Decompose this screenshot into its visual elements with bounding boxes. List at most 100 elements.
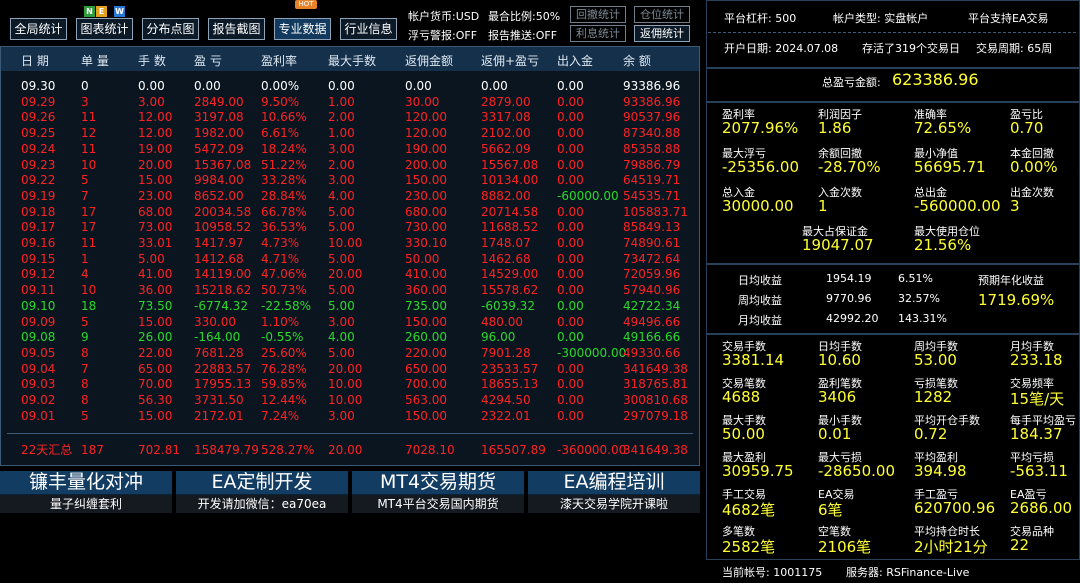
cell-funds: 0.00 bbox=[557, 314, 584, 329]
banner-title: MT4交易期货 bbox=[352, 471, 524, 494]
cell-balance: 74890.61 bbox=[623, 236, 681, 250]
column-header-rebate[interactable]: 返佣金额 bbox=[405, 52, 453, 69]
interest-stats-button[interactable]: 利息统计 bbox=[570, 25, 626, 42]
drawdown-stats-button[interactable]: 回撤统计 bbox=[570, 6, 626, 23]
cell-rebate: 120.00 bbox=[405, 126, 447, 141]
column-header-max-lots[interactable]: 最大手数 bbox=[328, 52, 376, 69]
stat-value: 21.56% bbox=[914, 236, 972, 254]
cell-rebate-plus-pl: 7901.28 bbox=[481, 345, 531, 360]
cell-rebate: 0.00 bbox=[405, 79, 432, 93]
cell-max-lots: 5.00 bbox=[328, 204, 355, 219]
banner-ea-training[interactable]: EA编程培训 漆天交易学院开课啦 bbox=[528, 471, 700, 513]
stat-value: 394.98 bbox=[914, 462, 967, 480]
stat-value: 2582笔 bbox=[722, 538, 776, 556]
position-stats-button[interactable]: 仓位统计 bbox=[634, 6, 690, 23]
cell-pl: 1412.68 bbox=[194, 251, 244, 266]
cell-orders: 4 bbox=[81, 267, 89, 282]
industry-info-button[interactable]: 行业信息 bbox=[340, 18, 397, 40]
cell-balance: 93386.96 bbox=[623, 79, 681, 93]
report-screenshot-button[interactable]: 报告截图 bbox=[208, 18, 265, 40]
banner-subtitle: 漆天交易学院开课啦 bbox=[528, 495, 700, 513]
table-row: 09.26 11 12.00 3197.08 10.66% 2.00 120.00 3317.… bbox=[1, 110, 699, 126]
cell-rebate: 360.00 bbox=[405, 283, 447, 298]
column-header-orders[interactable]: 单 量 bbox=[81, 52, 109, 69]
column-header-balance[interactable]: 余 额 bbox=[623, 52, 651, 69]
table-row: 09.25 12 12.00 1982.00 6.61% 1.00 120.00 2102.0… bbox=[1, 126, 699, 142]
cell-max-lots: 5.00 bbox=[328, 220, 355, 235]
cell-rebate: 680.00 bbox=[405, 204, 447, 219]
cell-date: 09.12 bbox=[21, 267, 56, 282]
annual-yield-label: 预期年化收益 bbox=[978, 274, 1044, 287]
summary-funds: -360000.00 bbox=[557, 443, 627, 457]
stat-value: 2686.00 bbox=[1010, 499, 1073, 517]
banner-hedging[interactable]: 镰丰量化对冲 量子纠缠套利 bbox=[0, 471, 172, 513]
cell-funds: 0.00 bbox=[557, 393, 584, 407]
cell-orders: 17 bbox=[81, 204, 97, 219]
summary-rebate: 7028.10 bbox=[405, 443, 455, 457]
rebate-stats-button[interactable]: 返佣统计 bbox=[634, 25, 690, 42]
cell-date: 09.09 bbox=[21, 314, 56, 329]
table-row: 09.30 0 0.00 0.00 0.00% 0.00 0.00 0.00 0.00 93386… bbox=[1, 79, 699, 95]
cell-rebate: 200.00 bbox=[405, 157, 447, 172]
cell-date: 09.29 bbox=[21, 94, 56, 109]
column-header-funds[interactable]: 出入金 bbox=[557, 52, 593, 69]
scatter-plot-button[interactable]: 分布点图 bbox=[142, 18, 199, 40]
cell-pl: 1417.97 bbox=[194, 236, 244, 250]
cell-funds: 0.00 bbox=[557, 251, 584, 266]
monthly-yield-pct: 143.31% bbox=[898, 312, 947, 325]
cell-lots: 5.00 bbox=[138, 251, 165, 266]
banner-mt4-futures[interactable]: MT4交易期货 MT4平台交易国内期货 bbox=[352, 471, 524, 513]
cell-date: 09.08 bbox=[21, 330, 56, 345]
pro-data-button[interactable]: 专业数据 bbox=[274, 18, 331, 40]
stat-value: 6笔 bbox=[818, 501, 843, 519]
cell-balance: 85358.88 bbox=[623, 141, 681, 156]
column-header-pl[interactable]: 盈 亏 bbox=[194, 52, 222, 69]
cell-max-lots: 4.00 bbox=[328, 188, 355, 203]
cell-rebate: 260.00 bbox=[405, 330, 447, 345]
cell-max-lots: 10.00 bbox=[328, 377, 363, 392]
cell-funds: 0.00 bbox=[557, 79, 584, 93]
cell-balance: 57940.96 bbox=[623, 283, 681, 298]
stat-value: 184.37 bbox=[1010, 425, 1063, 443]
cell-orders: 5 bbox=[81, 314, 89, 329]
cell-rebate: 650.00 bbox=[405, 361, 447, 376]
column-header-lots[interactable]: 手 数 bbox=[138, 52, 166, 69]
summary-date: 22天汇总 bbox=[21, 443, 73, 457]
total-pl-label: 总盈亏金额: bbox=[822, 76, 881, 89]
cell-balance: 49496.66 bbox=[623, 314, 681, 329]
cell-max-lots: 5.00 bbox=[328, 251, 355, 266]
cell-orders: 11 bbox=[81, 141, 97, 156]
cell-date: 09.05 bbox=[21, 345, 56, 360]
cell-lots: 73.00 bbox=[138, 220, 173, 235]
cell-pl: 3731.50 bbox=[194, 393, 244, 407]
summary-rebate-plus-pl: 165507.89 bbox=[481, 443, 546, 457]
banner-ea-custom[interactable]: EA定制开发 开发请加微信：ea70ea bbox=[176, 471, 348, 513]
cell-rebate-plus-pl: 96.00 bbox=[481, 330, 516, 345]
column-header-profit-rate[interactable]: 盈利率 bbox=[261, 52, 297, 69]
global-stats-button[interactable]: 全局统计 bbox=[10, 18, 67, 40]
cell-orders: 12 bbox=[81, 126, 97, 141]
table-row: 09.23 10 20.00 15367.08 51.22% 2.00 200.00 1556… bbox=[1, 158, 699, 174]
chart-stats-button[interactable]: 图表统计 bbox=[76, 18, 133, 40]
cell-funds: 0.00 bbox=[557, 267, 584, 282]
cell-lots: 20.00 bbox=[138, 157, 173, 172]
cell-rebate: 730.00 bbox=[405, 220, 447, 235]
cell-balance: 341649.38 bbox=[623, 361, 688, 376]
table-row: 09.11 10 36.00 15218.62 50.73% 5.00 360.00 1557… bbox=[1, 283, 699, 299]
cell-profit-rate: 18.24% bbox=[261, 141, 307, 156]
column-header-date[interactable]: 日 期 bbox=[21, 52, 49, 69]
stat-value: 0.00% bbox=[1010, 158, 1058, 176]
daily-stats-table: 日 期 单 量 手 数 盈 亏 盈利率 最大手数 返佣金额 返佣+盈亏 出入金 余 额 09.30… bbox=[0, 46, 700, 466]
cell-max-lots: 3.00 bbox=[328, 141, 355, 156]
cell-profit-rate: 76.28% bbox=[261, 361, 307, 376]
cell-rebate-plus-pl: 8882.00 bbox=[481, 188, 531, 203]
cell-orders: 9 bbox=[81, 330, 89, 345]
stat-value: -28.70% bbox=[818, 158, 881, 176]
cell-lots: 65.00 bbox=[138, 361, 173, 376]
cell-rebate: 330.10 bbox=[405, 236, 447, 250]
table-row: 09.09 5 15.00 330.00 1.10% 3.00 150.00 480.00 0.… bbox=[1, 315, 699, 331]
column-header-rebate-plus-pl[interactable]: 返佣+盈亏 bbox=[481, 52, 539, 69]
stat-value: 22 bbox=[1010, 536, 1030, 554]
table-header: 日 期 单 量 手 数 盈 亏 盈利率 最大手数 返佣金额 返佣+盈亏 出入金 余 额 bbox=[1, 47, 699, 71]
cell-balance: 105883.71 bbox=[623, 204, 688, 219]
